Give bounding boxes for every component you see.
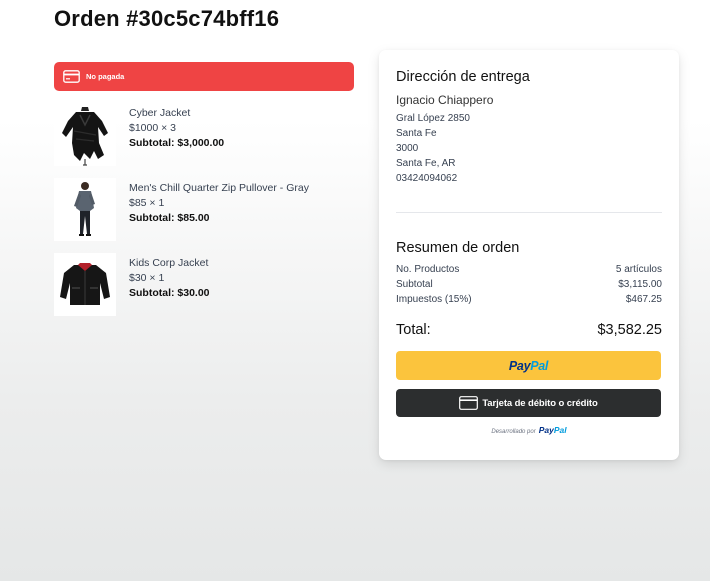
product-image [54,178,116,241]
address-region: Santa Fe, AR [396,158,456,169]
address-city: Santa Fe [396,128,437,139]
item-qty-price: $30 × 1 [129,272,165,284]
item-subtotal: Subtotal: $30.00 [129,287,210,299]
item-qty-price: $1000 × 3 [129,122,177,134]
summary-rows: No. Productos 5 artículos Subtotal $3,11… [396,262,662,307]
summary-row-subtotal: Subtotal $3,115.00 [396,277,662,292]
black-jacket-on-mannequin-icon [54,103,116,166]
product-image [54,253,116,316]
black-jacket-red-collar-icon [54,253,116,316]
order-summary-card: Dirección de entrega Ignacio Chiappero G… [379,50,679,460]
summary-row-products: No. Productos 5 artículos [396,262,662,277]
paypal-button[interactable]: PayPal [396,351,661,380]
status-label: No pagada [86,72,125,81]
list-item: Kids Corp Jacket $30 × 1 Subtotal: $30.0… [54,253,354,316]
item-name[interactable]: Kids Corp Jacket [129,256,210,271]
delivery-address: Gral López 2850 Santa Fe 3000 Santa Fe, … [396,111,662,186]
address-zip: 3000 [396,143,419,154]
summary-row-value: $3,115.00 [618,279,662,290]
address-phone: 03424094062 [396,173,458,184]
divider [396,212,662,213]
item-qty-price: $85 × 1 [129,197,165,209]
total-label: Total: [396,322,431,338]
order-items-column: No pagada Cyber Jacket $1000 × 3 Subtota… [54,62,354,328]
product-image [54,103,116,166]
item-details: Kids Corp Jacket $30 × 1 Subtotal: $30.0… [129,253,210,316]
item-name[interactable]: Men's Chill Quarter Zip Pullover - Gray [129,181,309,196]
page-title: Orden #30c5c74bff16 [54,6,280,31]
summary-row-label: Subtotal [396,279,433,290]
paypal-small-logo: PayPal [538,425,567,435]
paypal-logo: PayPal [508,358,549,373]
total-row: Total: $3,582.25 [396,322,662,338]
summary-row-value: $467.25 [625,294,662,305]
summary-row-label: No. Productos [396,264,460,275]
item-details: Cyber Jacket $1000 × 3 Subtotal: $3,000.… [129,103,224,166]
item-details: Men's Chill Quarter Zip Pullover - Gray … [129,178,309,241]
summary-row-taxes: Impuestos (15%) $467.25 [396,292,662,307]
item-name[interactable]: Cyber Jacket [129,106,224,121]
payment-status-banner: No pagada [54,62,354,91]
delivery-name: Ignacio Chiappero [396,93,494,107]
item-subtotal: Subtotal: $3,000.00 [129,137,225,149]
order-items-list: Cyber Jacket $1000 × 3 Subtotal: $3,000.… [54,103,354,316]
address-street: Gral López 2850 [396,113,470,124]
debit-credit-card-button[interactable]: Tarjeta de débito o crédito [396,389,661,417]
summary-title: Resumen de orden [396,240,520,256]
credit-card-icon [459,396,479,410]
list-item: Men's Chill Quarter Zip Pullover - Gray … [54,178,354,241]
card-button-label: Tarjeta de débito o crédito [482,397,598,409]
credit-card-icon [63,70,80,83]
summary-row-value: 5 artículos [615,264,662,275]
item-subtotal: Subtotal: $85.00 [129,212,210,224]
powered-by-text: Desarrollado por [491,429,536,435]
list-item: Cyber Jacket $1000 × 3 Subtotal: $3,000.… [54,103,354,166]
man-in-gray-pullover-icon [54,178,116,241]
summary-row-label: Impuestos (15%) [396,294,472,305]
delivery-title: Dirección de entrega [396,69,530,85]
total-value: $3,582.25 [597,322,662,338]
powered-by-paypal: Desarrollado por PayPal [396,425,662,435]
